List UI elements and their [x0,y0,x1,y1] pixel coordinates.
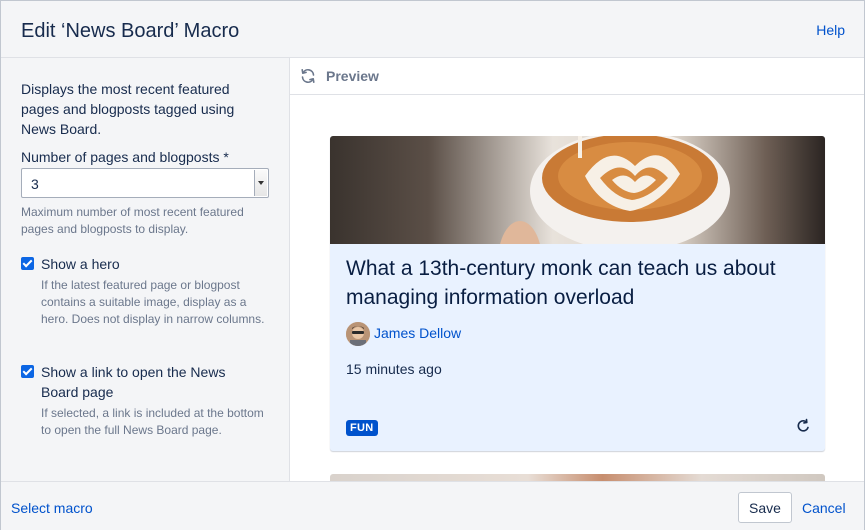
dialog-title: Edit ‘News Board’ Macro [21,20,240,42]
card-timestamp: 15 minutes ago [346,361,442,377]
preview-panel: Preview What a 13th-century monk can tea… [290,58,864,481]
preview-label: Preview [326,68,379,84]
cancel-link[interactable]: Cancel [802,500,846,516]
news-card[interactable]: What a 13th-century monk can teach us ab… [330,136,825,451]
count-field-hint: Maximum number of most recent featured p… [21,205,244,236]
avatar [346,322,370,346]
card-title[interactable]: What a 13th-century monk can teach us ab… [346,254,816,312]
coffee-latte-art-image [500,136,730,244]
author-link[interactable]: James Dellow [374,325,461,341]
refresh-icon[interactable] [300,68,316,84]
loop-icon[interactable] [795,418,811,434]
show-hero-label[interactable]: Show a hero [41,254,120,274]
settings-panel: Displays the most recent featured pages … [1,58,290,481]
macro-description: Displays the most recent featured pages … [21,81,235,137]
hero-image [330,136,825,244]
macro-dialog: Edit ‘News Board’ Macro Help Displays th… [0,0,865,530]
dialog-header: Edit ‘News Board’ Macro Help [1,1,864,58]
show-link-label[interactable]: Show a link to open the News Board page [41,362,225,402]
preview-bar: Preview [290,58,864,95]
show-hero-hint: If the latest featured page or blogpost … [41,278,265,326]
select-macro-link[interactable]: Select macro [11,500,93,516]
show-link-label-line1: Show a link to open the News [41,364,226,380]
count-select[interactable]: 3 [21,168,269,198]
show-link-checkbox[interactable] [21,365,34,378]
tag-badge[interactable]: FUN [346,420,378,436]
save-button[interactable]: Save [738,492,792,523]
show-link-label-line2: Board page [41,384,114,400]
count-field-label: Number of pages and blogposts * [21,149,229,165]
help-link[interactable]: Help [816,22,845,38]
count-select-value: 3 [31,176,39,192]
chevron-down-icon[interactable] [254,170,267,196]
show-hero-checkbox[interactable] [21,257,34,270]
dialog-footer: Select macro Save Cancel [1,481,864,530]
show-link-hint: If selected, a link is included at the b… [41,406,264,437]
news-card-partial [330,474,825,481]
